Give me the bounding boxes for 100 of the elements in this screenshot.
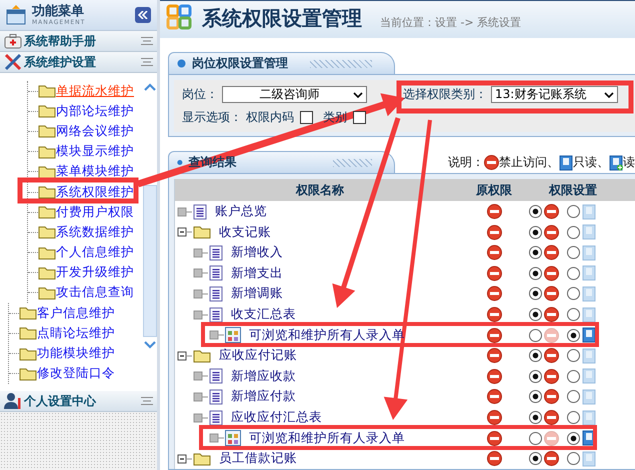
forbidden-icon: [486, 204, 502, 220]
menu-link[interactable]: 系统数据维护: [56, 224, 134, 241]
menu-link[interactable]: 模块显示维护: [56, 143, 134, 160]
radio-button[interactable]: [529, 308, 542, 322]
menu-link[interactable]: 单据流水维护: [56, 82, 134, 100]
folder-icon: [193, 348, 211, 363]
permission-name: 新增收入: [231, 244, 283, 262]
menu-section[interactable]: 系统维护设置: [0, 52, 157, 73]
permission-name: 新增调账: [231, 285, 283, 302]
radio-button[interactable]: [567, 328, 580, 342]
position-select[interactable]: 二级咨询师: [222, 86, 367, 104]
permission-name: 收支记账: [219, 224, 271, 241]
forbidden-icon: [544, 410, 559, 426]
radio-button[interactable]: [529, 390, 542, 404]
folder-icon: [38, 124, 56, 138]
legend-label: 说明：: [448, 154, 484, 172]
radio-button[interactable]: [529, 226, 542, 239]
menu-link[interactable]: 菜单模块维护: [56, 163, 134, 180]
tree-node-icon: [209, 431, 225, 446]
radio-button[interactable]: [529, 349, 542, 362]
double-chevron-icon: [138, 11, 148, 19]
document-icon: [582, 410, 596, 426]
scroll-thumb[interactable]: [143, 185, 157, 337]
chevron-down-icon: [604, 92, 614, 98]
forbidden-icon: [544, 348, 559, 364]
menu-link[interactable]: 开发升级维护: [56, 264, 134, 282]
menu-link[interactable]: 网络会议维护: [56, 122, 134, 140]
radio-button[interactable]: [567, 246, 580, 260]
category-select[interactable]: 13:财务记账系统: [491, 86, 618, 104]
radio-button[interactable]: [567, 411, 580, 424]
read-only-icon: [559, 154, 573, 171]
forbidden-icon: [544, 368, 559, 384]
forbidden-icon: [486, 410, 502, 426]
collapse-icon[interactable]: [177, 452, 193, 466]
menu-link[interactable]: 客户信息维护: [37, 304, 115, 322]
document-icon: [582, 224, 596, 240]
forbidden-icon: [484, 155, 499, 170]
radio-button[interactable]: [567, 390, 580, 404]
radio-button[interactable]: [567, 370, 580, 383]
menu-link[interactable]: 系统权限维护: [56, 184, 134, 201]
collapse-icon[interactable]: [177, 348, 193, 363]
scroll-up-icon[interactable]: [144, 83, 156, 91]
menu-title: 功能菜单: [32, 4, 85, 18]
forbidden-icon: [544, 307, 559, 322]
radio-button[interactable]: [529, 266, 542, 280]
radio-button[interactable]: [529, 370, 542, 383]
permission-name: 员工借款记账: [219, 450, 297, 468]
logo-icon: [166, 4, 194, 32]
menu-link[interactable]: 点睛论坛维护: [37, 324, 115, 342]
collapse-sidebar-button[interactable]: [135, 7, 151, 23]
permission-name: 账户总览: [215, 203, 267, 220]
legend-text: 只读、: [573, 154, 609, 172]
collapse-toggle-icon[interactable]: [141, 397, 153, 405]
option-label: 权限内码: [246, 109, 294, 126]
radio-button[interactable]: [567, 349, 580, 362]
page-icon: [209, 286, 223, 302]
collapse-toggle-icon[interactable]: [141, 58, 153, 66]
tree-node-icon: [209, 328, 225, 342]
options-label: 显示选项：: [182, 109, 242, 126]
menu-link[interactable]: 攻击信息查询: [56, 284, 134, 302]
folder-icon: [38, 104, 56, 118]
radio-button[interactable]: [567, 432, 580, 445]
radio-button[interactable]: [567, 226, 580, 239]
collapse-icon[interactable]: [177, 225, 193, 240]
folder-icon: [193, 452, 211, 466]
radio-button[interactable]: [529, 287, 542, 300]
document-icon: [582, 388, 596, 405]
radio-button[interactable]: [567, 452, 580, 466]
grid-icon: [225, 430, 241, 446]
category-label: 选择权限类别：: [403, 86, 487, 104]
document-icon: [582, 204, 596, 220]
menu-link[interactable]: 修改登陆口令: [37, 365, 115, 382]
scroll-down-icon[interactable]: [144, 341, 156, 349]
checkbox[interactable]: [300, 111, 313, 124]
document-icon: [582, 368, 596, 384]
radio-button[interactable]: [529, 411, 542, 424]
radio-button[interactable]: [529, 246, 542, 260]
radio-button[interactable]: [529, 452, 542, 466]
menu-link[interactable]: 付费用户权限: [56, 204, 134, 221]
radio-button[interactable]: [529, 328, 542, 342]
menu-link[interactable]: 个人信息维护: [56, 244, 134, 262]
radio-button[interactable]: [567, 205, 580, 218]
radio-button[interactable]: [567, 308, 580, 322]
column-header: 权限名称: [294, 182, 345, 199]
menu-section[interactable]: 个人设置中心: [0, 391, 157, 412]
folder-icon: [19, 326, 37, 340]
menu-link[interactable]: 内部论坛维护: [56, 102, 134, 120]
radio-button[interactable]: [567, 266, 580, 280]
checkbox[interactable]: [353, 111, 366, 124]
menu-link[interactable]: 功能模块维护: [37, 345, 115, 362]
radio-button[interactable]: [529, 432, 542, 445]
radio-button[interactable]: [529, 205, 542, 218]
user-icon: [4, 392, 22, 410]
radio-button[interactable]: [567, 287, 580, 300]
menu-section[interactable]: 系统帮助手册: [0, 31, 157, 52]
collapse-toggle-icon[interactable]: [141, 37, 153, 45]
forbidden-icon: [486, 348, 502, 364]
permission-name: 应收应付记账: [219, 347, 297, 364]
page-icon: [209, 388, 223, 405]
bullet-icon: [177, 158, 183, 168]
